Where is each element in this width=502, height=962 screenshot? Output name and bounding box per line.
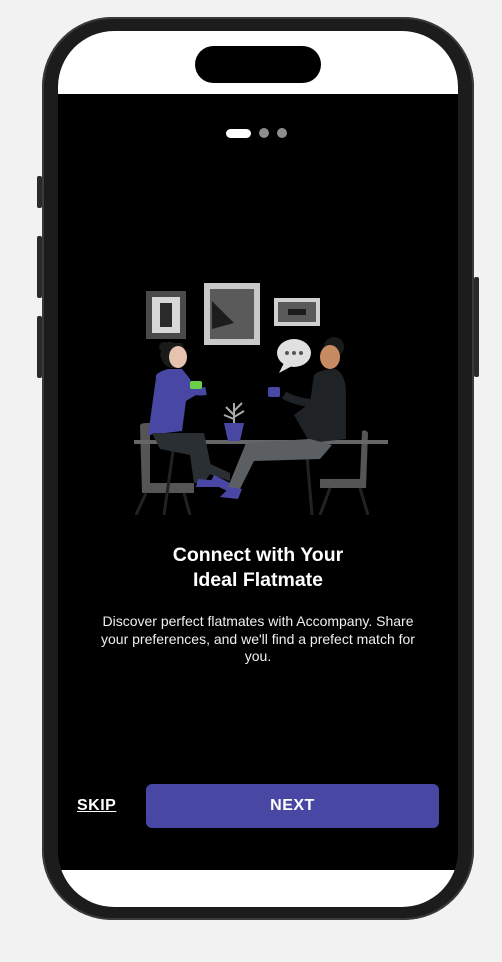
page-dot (277, 128, 287, 138)
home-indicator-area (58, 870, 458, 907)
flatmates-illustration (134, 283, 388, 515)
phone-frame: Connect with Your Ideal Flatmate Discove… (42, 17, 474, 920)
onboarding-title: Connect with Your Ideal Flatmate (172, 544, 344, 591)
phone-power-button (474, 277, 479, 377)
page-indicator (226, 128, 287, 138)
onboarding-description: Discover perfect flatmates with Accompan… (101, 613, 415, 664)
page-dot (259, 128, 269, 138)
page-dot-active (226, 128, 251, 138)
phone-screen: Connect with Your Ideal Flatmate Discove… (58, 31, 458, 907)
next-button[interactable]: NEXT (146, 784, 439, 828)
skip-button[interactable]: SKIP (77, 797, 116, 815)
dynamic-island (195, 46, 321, 83)
